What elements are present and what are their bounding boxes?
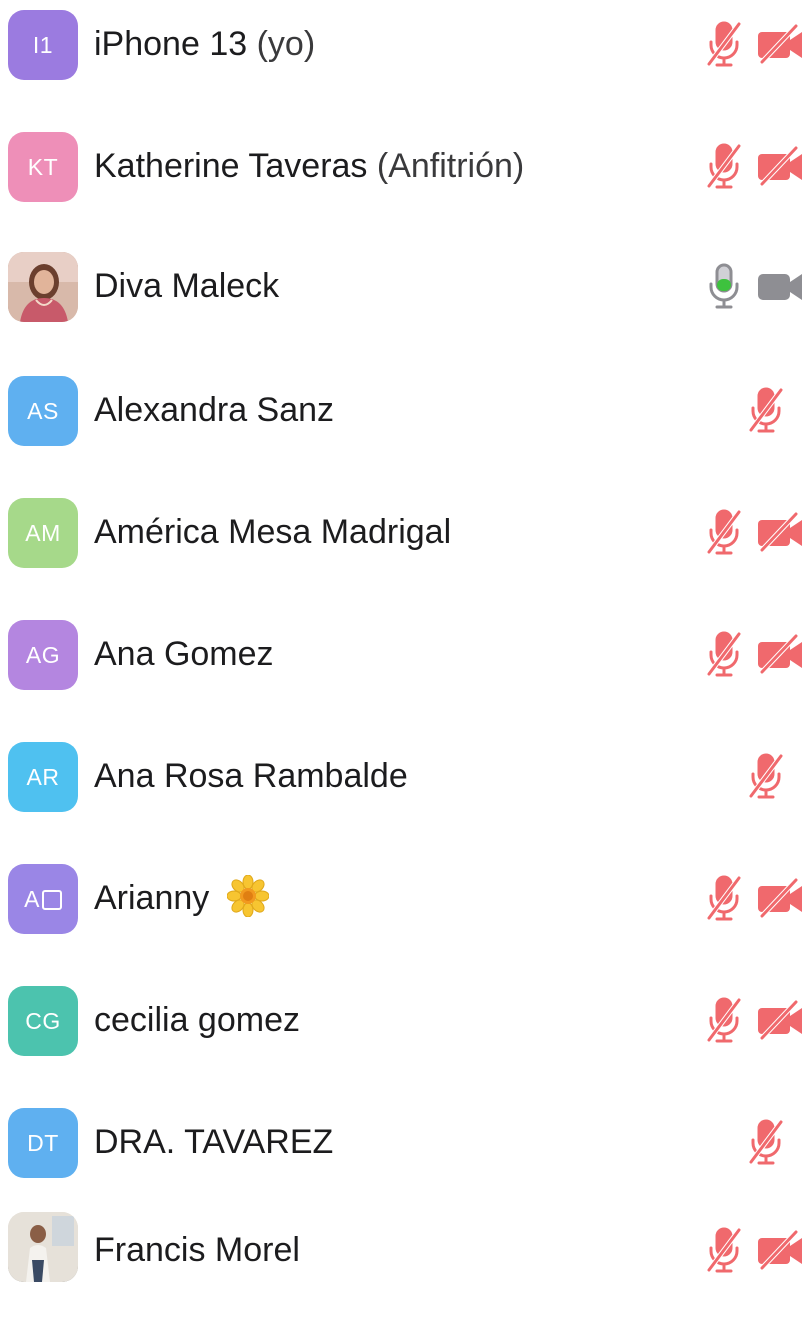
avatar-photo	[8, 1212, 78, 1282]
participant-name: iPhone 13	[94, 25, 248, 63]
video-off-icon[interactable]	[756, 24, 802, 64]
avatar-initials: AG	[25, 641, 61, 668]
avatar-photo	[8, 252, 78, 322]
avatar-initials: AS	[27, 397, 59, 424]
mic-active-icon[interactable]	[706, 262, 742, 310]
participant-name: DRA. TAVAREZ	[94, 1123, 334, 1161]
participant-name-container: cecilia gomez	[94, 1000, 300, 1040]
participant-name: América Mesa Madrigal	[94, 513, 452, 551]
avatar-glyph-icon	[41, 890, 62, 910]
person-photo-icon	[8, 1212, 78, 1282]
participant-row[interactable]: AG Ana Gomez	[0, 610, 802, 732]
participant-role: (Anfitrión)	[367, 147, 525, 185]
participant-name-container: Ana Gomez	[94, 634, 274, 674]
mic-muted-icon[interactable]	[706, 20, 742, 68]
mic-muted-icon[interactable]	[706, 996, 742, 1044]
mic-muted-icon[interactable]	[706, 508, 742, 556]
participant-row[interactable]: AS Alexandra Sanz	[0, 366, 802, 488]
participant-row[interactable]: AR Ana Rosa Rambalde	[0, 732, 802, 854]
participant-name: Alexandra Sanz	[94, 391, 335, 429]
video-off-icon[interactable]	[756, 146, 802, 186]
avatar: CG	[8, 986, 78, 1056]
video-off-icon[interactable]	[756, 1000, 802, 1040]
participant-role: (yo)	[247, 25, 316, 63]
participant-name: Diva Maleck	[94, 267, 280, 305]
participant-name: Katherine Taveras	[94, 147, 368, 185]
participant-name-container: Alexandra Sanz	[94, 390, 334, 430]
avatar: DT	[8, 1108, 78, 1178]
avatar: A	[8, 864, 78, 934]
avatar-initials: DT	[27, 1129, 59, 1156]
participant-name-container: Francis Morel	[94, 1230, 300, 1270]
participant-name-container: DRA. TAVAREZ	[94, 1122, 333, 1162]
participant-row[interactable]: DT DRA. TAVAREZ	[0, 1098, 802, 1220]
participant-row[interactable]: CG cecilia gomez	[0, 976, 802, 1098]
participants-list: I1 iPhone 13 (yo) KT Katherine Taveras (…	[0, 0, 802, 1285]
avatar: I1	[8, 10, 78, 80]
participant-name: cecilia gomez	[94, 1001, 300, 1039]
participant-row[interactable]: A Arianny	[0, 854, 802, 976]
participant-name: Francis Morel	[94, 1231, 300, 1269]
participant-row[interactable]: KT Katherine Taveras (Anfitrión)	[0, 122, 802, 244]
avatar-initials: A	[24, 885, 40, 912]
participant-name-container: Arianny	[94, 875, 269, 921]
mic-muted-icon[interactable]	[748, 1118, 784, 1166]
participant-name: Ana Rosa Rambalde	[94, 757, 408, 795]
avatar: AG	[8, 620, 78, 690]
participant-name-container: Ana Rosa Rambalde	[94, 756, 408, 796]
participant-name-container: Katherine Taveras (Anfitrión)	[94, 146, 524, 186]
mic-muted-icon[interactable]	[706, 630, 742, 678]
sunflower-emoji-icon	[226, 875, 269, 918]
video-off-icon[interactable]	[756, 634, 802, 674]
participant-name: Ana Gomez	[94, 635, 274, 673]
video-off-icon[interactable]	[756, 1230, 802, 1270]
avatar-initials: AM	[25, 519, 61, 546]
participant-row[interactable]: AM América Mesa Madrigal	[0, 488, 802, 610]
mic-muted-icon[interactable]	[748, 752, 784, 800]
avatar-initials: KT	[27, 153, 59, 180]
avatar-initials: CG	[25, 1007, 61, 1034]
participant-row[interactable]: I1 iPhone 13 (yo)	[0, 0, 802, 122]
participant-name-container: Diva Maleck	[94, 266, 279, 306]
avatar-initials: AR	[26, 763, 60, 790]
mic-muted-icon[interactable]	[706, 142, 742, 190]
participant-name: Arianny	[94, 879, 210, 917]
mic-muted-icon[interactable]	[748, 386, 784, 434]
mic-muted-icon[interactable]	[706, 874, 742, 922]
avatar: KT	[8, 132, 78, 202]
video-off-icon[interactable]	[756, 878, 802, 918]
participant-row[interactable]: Francis Morel	[0, 1206, 802, 1328]
avatar: AM	[8, 498, 78, 568]
mic-muted-icon[interactable]	[706, 1226, 742, 1274]
person-photo-icon	[8, 252, 78, 322]
participant-row[interactable]: Diva Maleck	[0, 244, 802, 366]
participant-name-container: iPhone 13 (yo)	[94, 24, 315, 64]
video-off-icon[interactable]	[756, 512, 802, 552]
avatar: AS	[8, 376, 78, 446]
avatar-initials: I1	[32, 31, 54, 58]
participant-name-container: América Mesa Madrigal	[94, 512, 451, 552]
avatar: AR	[8, 742, 78, 812]
video-on-icon[interactable]	[756, 266, 802, 306]
